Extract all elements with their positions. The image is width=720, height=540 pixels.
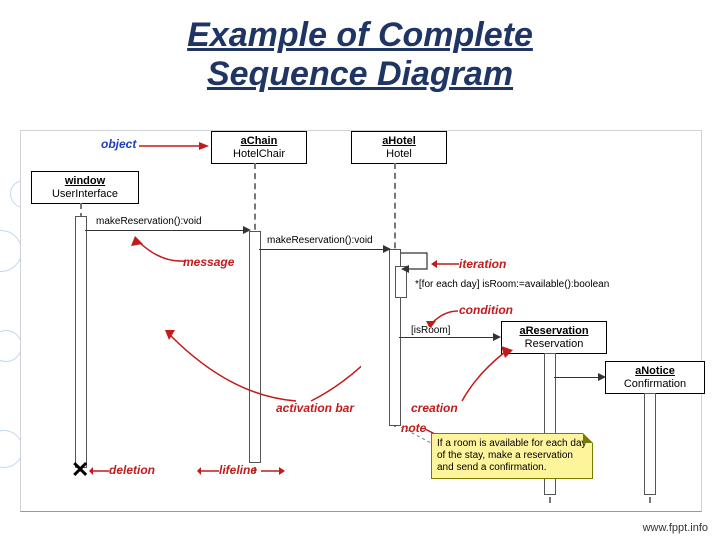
arrowhead-create-res: [493, 333, 501, 341]
arrow-deletion: [89, 465, 111, 477]
msg-makereservation-2: makeReservation():void: [267, 235, 373, 246]
arrowhead-2: [383, 245, 391, 253]
arrow-activation: [161, 326, 361, 406]
annotation-object: object: [101, 137, 136, 151]
arrow-object: [139, 139, 209, 153]
slide-title: Example of Complete Sequence Diagram: [0, 16, 720, 94]
object-ahotel: aHotel Hotel: [351, 131, 447, 164]
arrow-message: [131, 236, 191, 266]
object-type: Hotel: [356, 148, 442, 161]
arrowhead-1: [243, 226, 251, 234]
object-name: aChain: [216, 135, 302, 148]
object-achain: aChain HotelChair: [211, 131, 307, 164]
object-type: Reservation: [506, 338, 602, 351]
arrow-iteration: [431, 257, 461, 271]
footer-credit: www.fppt.info: [643, 522, 708, 534]
activation-achain: [249, 231, 261, 463]
annotation-condition: condition: [459, 303, 513, 317]
annotation-creation: creation: [411, 401, 458, 415]
object-type: HotelChair: [216, 148, 302, 161]
arrow-lifeline-right: [261, 465, 285, 477]
object-window: window UserInterface: [31, 171, 139, 204]
object-type: UserInterface: [36, 188, 134, 201]
annotation-activation: activation bar: [276, 401, 354, 415]
arrow-lifeline-left: [197, 465, 221, 477]
sequence-diagram-panel: object aChain HotelChair aHotel Hotel wi…: [20, 130, 702, 512]
annotation-message: message: [183, 255, 234, 269]
activation-ahotel-self: [395, 266, 407, 298]
msgline-create-res: [399, 337, 499, 338]
activation-anotice: [644, 393, 656, 495]
activation-window: [75, 216, 87, 468]
annotation-iteration: iteration: [459, 257, 506, 271]
title-line-2: Sequence Diagram: [207, 55, 513, 93]
object-name: aNotice: [610, 365, 700, 378]
msg-iteration: *[for each day] isRoom:=available():bool…: [415, 279, 609, 290]
msgline-create-notice: [554, 377, 604, 378]
msg-condition: [isRoom]: [411, 325, 450, 336]
annotation-deletion: deletion: [109, 463, 155, 477]
msgline-2: [259, 249, 389, 250]
msg-makereservation-1: makeReservation():void: [96, 216, 202, 227]
msgline-1: [85, 230, 249, 231]
deletion-x-icon: ✕: [71, 457, 89, 483]
arrow-condition: [426, 307, 460, 327]
object-name: aHotel: [356, 135, 442, 148]
object-name: window: [36, 175, 134, 188]
object-anotice: aNotice Confirmation: [605, 361, 705, 394]
note-anchor: [401, 427, 435, 447]
arrowhead-create-notice: [598, 373, 606, 381]
uml-note: If a room is available for each day of t…: [431, 433, 593, 479]
object-areservation: aReservation Reservation: [501, 321, 607, 354]
object-name: aReservation: [506, 325, 602, 338]
annotation-lifeline: lifeline: [219, 463, 257, 477]
object-type: Confirmation: [610, 378, 700, 391]
title-line-1: Example of Complete: [187, 16, 533, 54]
